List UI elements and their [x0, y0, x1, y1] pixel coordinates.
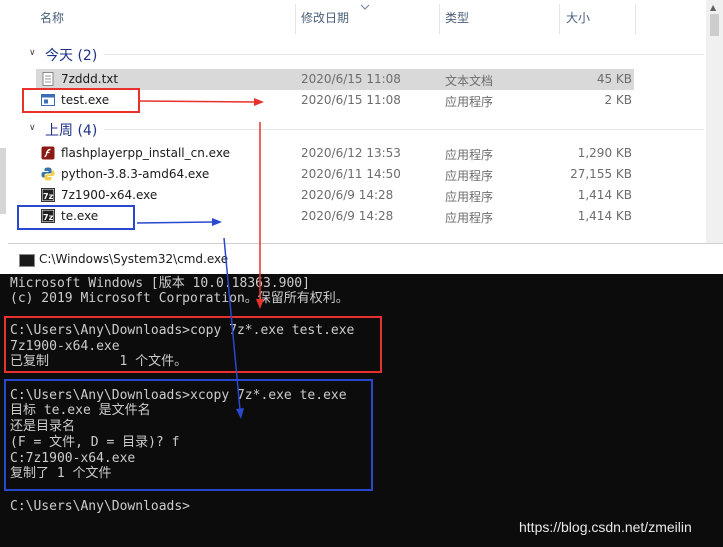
arrow-line [223, 237, 241, 411]
arrow-line [139, 100, 256, 103]
annotation-arrows [136, 98, 264, 419]
arrow-head-icon [256, 299, 264, 309]
watermark: https://blog.csdn.net/zmeilin [519, 519, 692, 535]
arrow-head-icon [254, 98, 264, 106]
arrow-line [136, 221, 214, 224]
arrow-head-icon [236, 408, 244, 419]
arrow-head-icon [212, 218, 222, 226]
